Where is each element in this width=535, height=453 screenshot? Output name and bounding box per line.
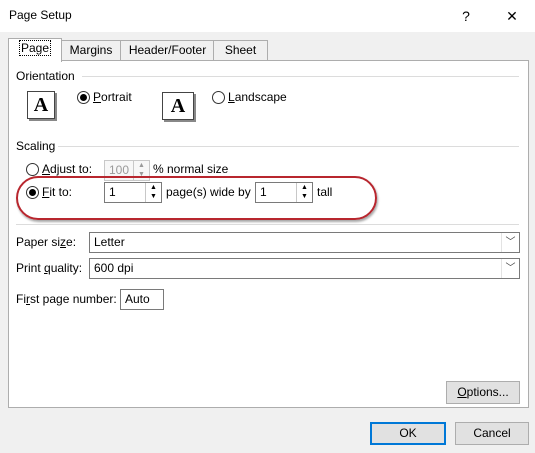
landscape-page-icon: A (162, 92, 194, 120)
adjust-suffix-label: % normal size (153, 162, 229, 176)
landscape-radio[interactable] (212, 91, 225, 104)
close-button[interactable]: ✕ (489, 0, 535, 32)
tab-page[interactable]: Page (8, 38, 62, 62)
adjust-to-label[interactable]: Adjust to: (42, 162, 92, 176)
paper-size-label: Paper size: (16, 235, 77, 249)
orientation-group-label: Orientation (16, 69, 75, 83)
tab-sheet[interactable]: Sheet (213, 40, 268, 61)
chevron-down-icon[interactable]: ﹀ (501, 233, 519, 252)
ok-button[interactable]: OK (370, 422, 446, 445)
scaling-group-label: Scaling (16, 139, 56, 153)
close-icon: ✕ (506, 8, 518, 24)
help-button[interactable]: ? (443, 0, 489, 32)
first-page-number-input[interactable]: Auto (120, 289, 164, 310)
fit-to-highlight-annotation (16, 176, 377, 220)
first-page-number-label: First page number: (16, 292, 117, 306)
portrait-page-icon: A (27, 91, 55, 119)
cancel-button[interactable]: Cancel (455, 422, 529, 445)
landscape-label[interactable]: Landscape (228, 90, 287, 104)
adjust-to-radio[interactable] (26, 163, 39, 176)
print-quality-select[interactable]: 600 dpi ﹀ (89, 258, 520, 279)
options-button[interactable]: Options... (446, 381, 520, 404)
orientation-divider (82, 76, 519, 77)
spin-up-icon[interactable]: ▲ (134, 161, 149, 170)
window-title: Page Setup (9, 8, 72, 22)
scaling-bottom-divider (16, 224, 519, 225)
portrait-label[interactable]: Portrait (93, 90, 132, 104)
portrait-radio[interactable] (77, 91, 90, 104)
print-quality-label: Print quality: (16, 261, 83, 275)
tab-margins[interactable]: Margins (60, 40, 122, 61)
paper-size-select[interactable]: Letter ﹀ (89, 232, 520, 253)
tab-header-footer[interactable]: Header/Footer (120, 40, 215, 61)
scaling-divider (58, 146, 519, 147)
chevron-down-icon[interactable]: ﹀ (501, 259, 519, 278)
